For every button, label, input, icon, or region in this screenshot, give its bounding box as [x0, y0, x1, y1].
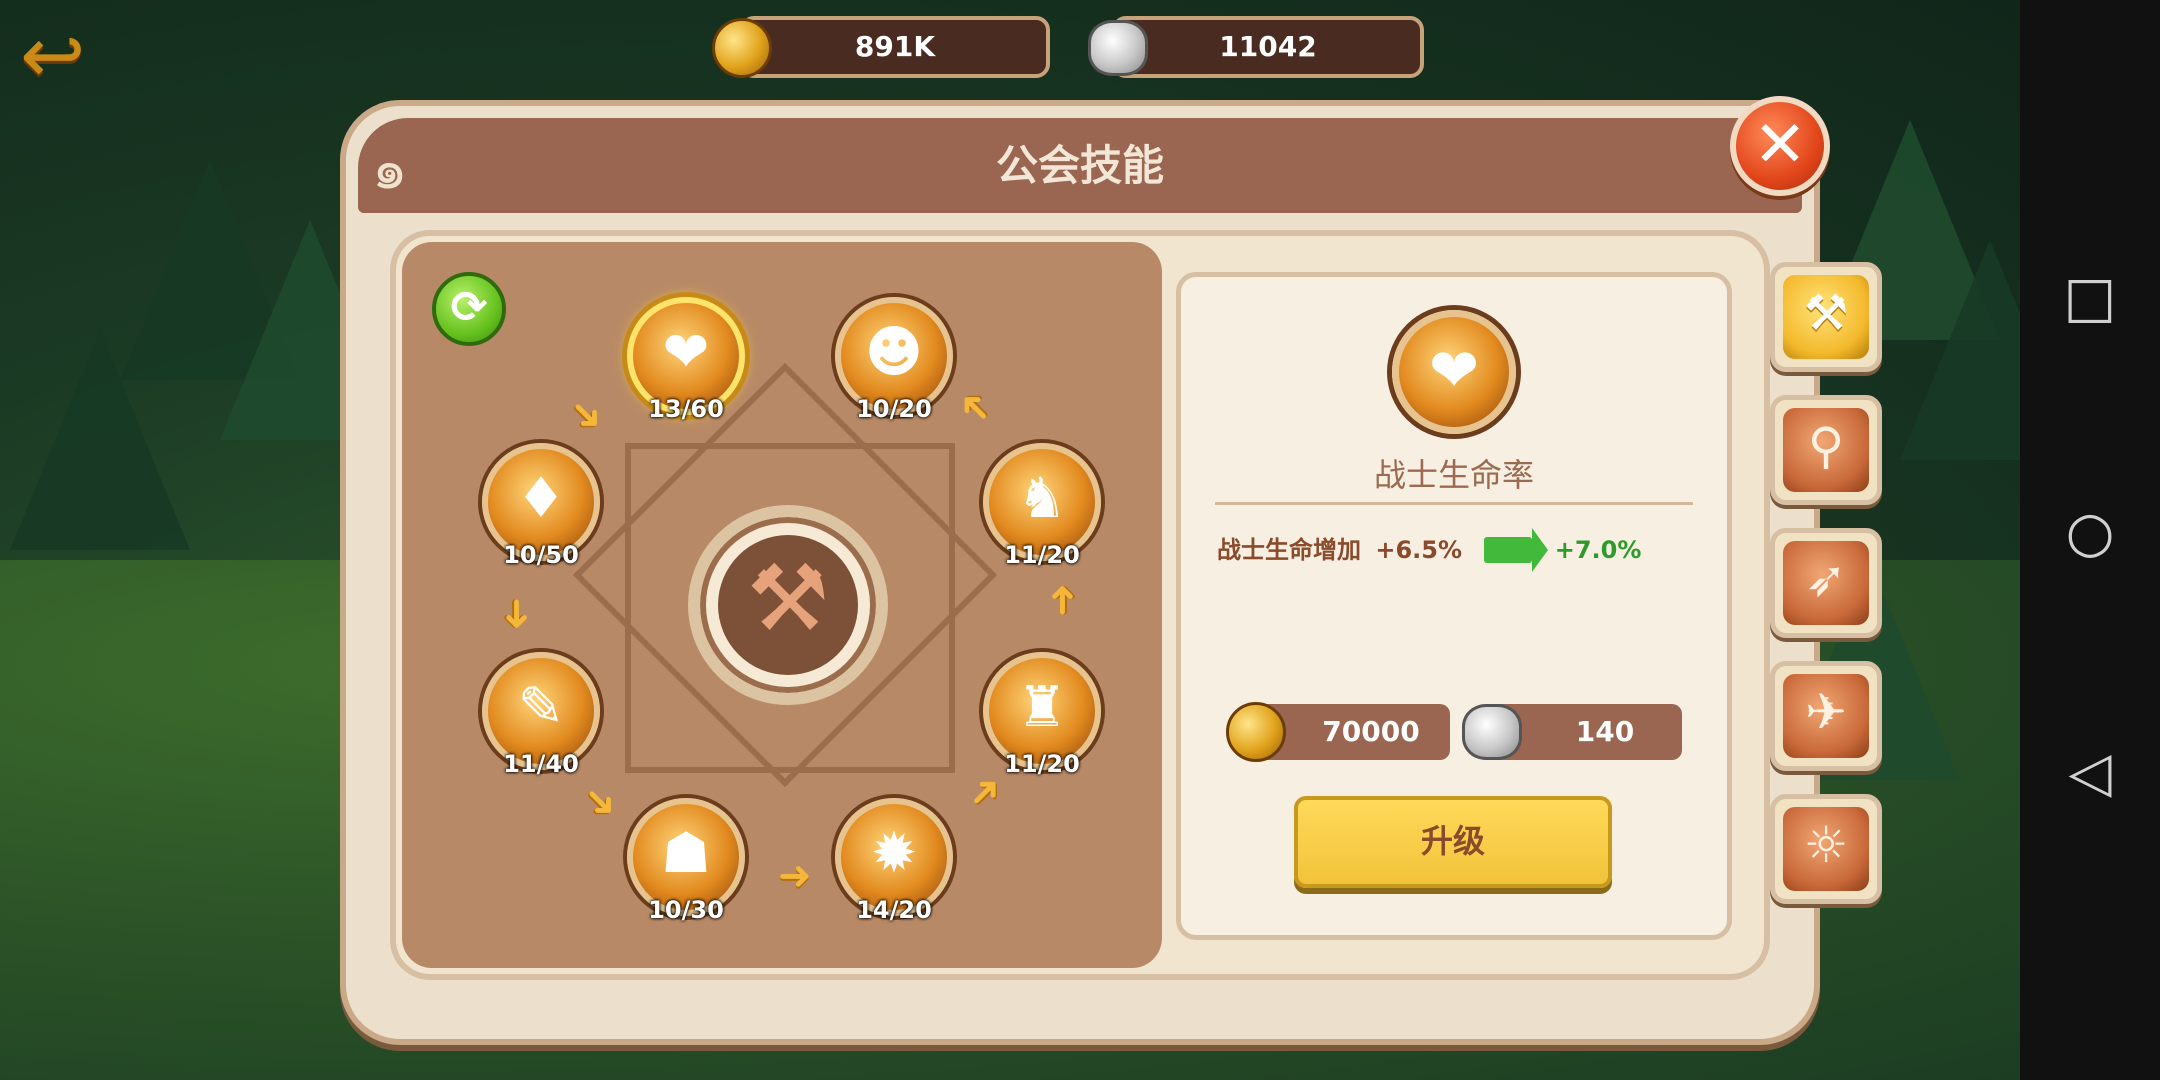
path-arrow-icon: ➜ — [493, 597, 540, 631]
skill-node-runner[interactable]: ♜ 11/20 — [983, 652, 1101, 778]
gold-cost-value: 70000 — [1322, 715, 1420, 748]
skill-level: 11/20 — [1004, 541, 1080, 569]
effect-next: +7.0% — [1554, 536, 1642, 564]
warrior-icon: ☻ — [864, 320, 924, 385]
close-icon: ✕ — [1753, 108, 1807, 182]
system-nav-bar: □ ○ ◁ — [2020, 0, 2160, 1080]
sword-icon: ♦ — [515, 466, 567, 531]
wings-icon: ☼ — [1803, 816, 1849, 874]
bow-icon: ➶ — [1805, 550, 1847, 608]
effect-current: +6.5% — [1375, 536, 1463, 564]
skill-level: 11/40 — [503, 750, 579, 778]
skill-level: 14/20 — [856, 896, 932, 924]
recent-apps-icon[interactable]: □ — [2050, 270, 2130, 326]
refresh-button[interactable]: ⟳ — [432, 272, 506, 346]
skill-node-sword[interactable]: ♦ 10/50 — [482, 443, 600, 569]
tab-wings[interactable]: ☼ — [1770, 794, 1882, 904]
stone-value: 11042 — [1219, 30, 1317, 63]
boots-icon: ✈ — [1805, 683, 1847, 741]
runner-icon: ♜ — [1016, 675, 1068, 740]
back-arrow-icon[interactable]: ↩ — [20, 16, 110, 96]
tab-bow[interactable]: ➶ — [1770, 528, 1882, 638]
close-button[interactable]: ✕ — [1730, 96, 1830, 196]
home-icon[interactable]: ○ — [2050, 505, 2130, 561]
skill-node-blade[interactable]: ✎ 11/40 — [482, 652, 600, 778]
selected-skill-icon: ❤ — [1392, 310, 1516, 434]
stone-counter: 11042 — [1112, 16, 1424, 78]
tab-boots[interactable]: ✈ — [1770, 661, 1882, 771]
back-nav-icon[interactable]: ◁ — [2050, 745, 2130, 801]
grunt-icon: ☗ — [660, 821, 712, 886]
skill-effect-row: 战士生命增加 +6.5% +7.0% — [1217, 528, 1642, 572]
skill-node-dark-hero[interactable]: ♞ 11/20 — [983, 443, 1101, 569]
heart-heal-icon: ❤ — [1428, 336, 1480, 406]
stone-icon — [1088, 20, 1148, 76]
stone-icon — [1462, 704, 1522, 760]
skill-level: 10/50 — [503, 541, 579, 569]
stone-cost-value: 140 — [1575, 715, 1635, 748]
green-arrow-icon — [1484, 528, 1549, 572]
hammer-icon: ⚒ — [1803, 284, 1849, 342]
gold-counter: 891K — [740, 16, 1050, 78]
title-bar: ๑ 公会技能 — [358, 118, 1802, 213]
tab-hammer[interactable]: ⚒ — [1770, 262, 1882, 372]
heart-heal-icon: ❤ — [662, 320, 710, 385]
skill-node-warrior-rage[interactable]: ☻ 10/20 — [835, 297, 953, 423]
gold-value: 891K — [854, 30, 936, 63]
tab-staff[interactable]: ⚲ — [1770, 395, 1882, 505]
skill-node-burst[interactable]: ✹ 14/20 — [835, 798, 953, 924]
gold-coin-icon — [712, 18, 772, 78]
skill-name: 战士生命率 — [1373, 456, 1534, 494]
dark-hero-icon: ♞ — [1016, 466, 1068, 531]
skill-level: 13/60 — [648, 395, 724, 423]
hammer-icon: ⚒ — [746, 545, 830, 652]
panel-title: 公会技能 — [995, 141, 1164, 190]
skill-level: 10/30 — [648, 896, 724, 924]
path-arrow-icon: ➜ — [1038, 583, 1085, 617]
refresh-icon: ⟳ — [450, 282, 488, 333]
gold-coin-icon — [1226, 702, 1286, 762]
burst-icon: ✹ — [870, 821, 918, 886]
upgrade-button[interactable]: 升级 — [1294, 796, 1612, 888]
center-emblem: ⚒ — [688, 505, 888, 705]
divider — [1215, 502, 1693, 505]
blade-icon: ✎ — [517, 675, 565, 740]
pine-tree — [10, 330, 190, 550]
skill-node-grunt[interactable]: ☗ 10/30 — [627, 798, 745, 924]
skill-level: 10/20 — [856, 395, 932, 423]
skill-node-heal[interactable]: ❤ 13/60 — [627, 297, 745, 423]
staff-icon: ⚲ — [1807, 417, 1845, 475]
effect-label: 战士生命增加 — [1217, 536, 1361, 564]
path-arrow-icon: ➜ — [778, 853, 812, 899]
